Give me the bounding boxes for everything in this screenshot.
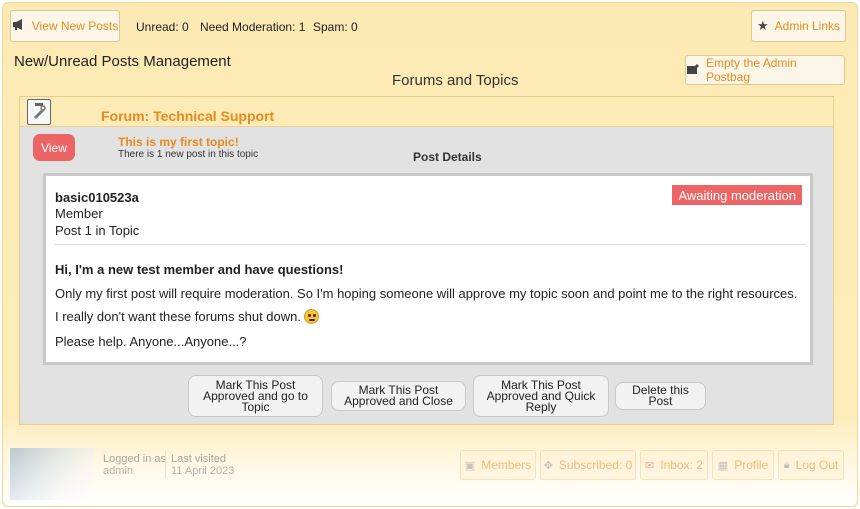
status-badge: Awaiting moderation	[672, 185, 802, 205]
members-icon: ▣	[464, 459, 476, 472]
post-details-label: Post Details	[413, 150, 482, 164]
logged-in-user: admin	[103, 465, 133, 477]
mailbox-icon	[686, 63, 700, 78]
empty-admin-postbag-label: Empty the Admin Postbag	[706, 56, 797, 84]
footer: Logged in as admin Last visited 11 April…	[0, 440, 860, 500]
page-title: New/Unread Posts Management	[14, 53, 231, 70]
post-heading: Hi, I'm a new test member and have quest…	[55, 262, 344, 277]
spam-count: Spam: 0	[313, 20, 358, 34]
members-button[interactable]: ▣ Members	[460, 450, 536, 480]
logout-button[interactable]: 🔒︎ Log Out	[778, 450, 844, 480]
forum-header: Forum: Technical Support	[20, 97, 833, 127]
section-subtitle: Forums and Topics	[392, 72, 519, 89]
inbox-label: Inbox: 2	[660, 458, 703, 472]
members-label: Members	[481, 458, 532, 472]
last-visited-date: 11 April 2023	[171, 465, 235, 477]
view-new-posts-button[interactable]: View New Posts	[10, 10, 120, 42]
profile-icon: ▦	[717, 459, 729, 472]
approve-and-goto-topic-button[interactable]: Mark This Post Approved and go to Topic	[188, 375, 323, 417]
post-body-line-1: Only my first post will require moderati…	[55, 286, 798, 301]
inbox-button[interactable]: ✉ Inbox: 2	[640, 450, 708, 480]
lock-icon: 🔒︎	[783, 458, 790, 471]
need-moderation-count: Need Moderation: 1	[200, 20, 306, 34]
subscribed-button[interactable]: ✥ Subscribed: 0	[540, 450, 636, 480]
view-topic-button[interactable]: View	[33, 134, 75, 161]
post-body-line-3: Please help. Anyone...Anyone...?	[55, 334, 247, 349]
forum-title: Forum: Technical Support	[101, 108, 275, 124]
topic-title-link[interactable]: This is my first topic!	[118, 135, 239, 149]
thinking-face-icon	[304, 309, 319, 324]
post-body-line-2: I really don't want these forums shut do…	[55, 309, 319, 324]
empty-admin-postbag-button[interactable]: Empty the Admin Postbag	[685, 55, 845, 85]
post-author: basic010523a	[55, 190, 139, 205]
approve-and-quick-reply-button[interactable]: Mark This Post Approved and Quick Reply	[473, 375, 609, 417]
author-role: Member	[55, 206, 103, 221]
envelope-icon: ✉	[645, 459, 655, 472]
profile-button[interactable]: ▦ Profile	[712, 450, 774, 480]
logout-label: Log Out	[795, 458, 839, 472]
subscribed-icon: ✥	[543, 459, 553, 472]
approve-and-close-button[interactable]: Mark This Post Approved and Close	[331, 381, 466, 411]
unread-count: Unread: 0	[136, 20, 189, 34]
approve-goto-line-3: Topic	[241, 399, 270, 414]
admin-links-button[interactable]: ★ Admin Links	[751, 10, 846, 42]
post-card: basic010523a Member Post 1 in Topic Awai…	[43, 173, 813, 365]
subscribed-label: Subscribed: 0	[558, 458, 633, 472]
footer-divider	[165, 450, 166, 478]
profile-label: Profile	[734, 458, 769, 472]
post-body-line-2-text: I really don't want these forums shut do…	[55, 309, 301, 324]
approve-close-line-2: Approved and Close	[344, 394, 453, 408]
megaphone-icon	[12, 18, 26, 34]
admin-links-label: Admin Links	[774, 19, 841, 33]
delete-post-button[interactable]: Delete this Post	[615, 382, 706, 410]
last-visited-label: Last visited	[171, 453, 227, 465]
topic-info: There is 1 new post in this topic	[118, 149, 259, 160]
star-icon: ★	[756, 18, 769, 33]
clipboard-tools-icon	[27, 99, 51, 125]
divider	[54, 244, 806, 245]
forum-panel: Forum: Technical Support View This is my…	[19, 96, 834, 425]
approve-reply-line-3: Reply	[525, 399, 557, 414]
logged-in-as-label: Logged in as	[103, 453, 166, 465]
view-new-posts-label: View New Posts	[31, 19, 119, 33]
post-number: Post 1 in Topic	[55, 223, 140, 238]
avatar	[10, 448, 94, 500]
